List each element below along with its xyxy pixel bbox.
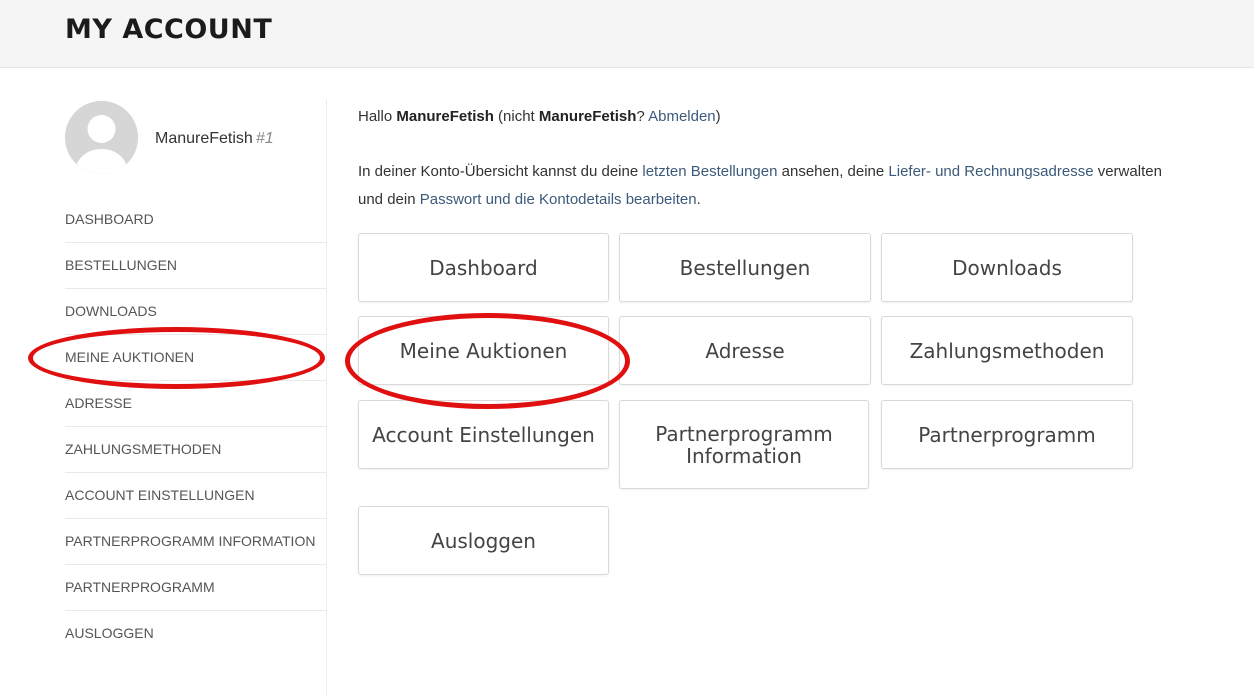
sidebar-divider	[326, 100, 327, 697]
sidebar-item-partnerprogramm[interactable]: PARTNERPROGRAMM	[65, 565, 326, 611]
account-details-link[interactable]: Passwort und die Kontodetails bearbeiten	[420, 191, 697, 208]
sidebar-item-partnerprogramm-information[interactable]: PARTNERPROGRAMM INFORMATION	[65, 519, 326, 565]
greeting-not: (nicht	[498, 108, 535, 125]
addresses-link[interactable]: Liefer- und Rechnungsadresse	[888, 163, 1093, 180]
sidebar-item-ausloggen[interactable]: AUSLOGGEN	[65, 611, 326, 656]
greeting: Hallo ManureFetish (nicht ManureFetish? …	[358, 108, 721, 125]
sidebar-item-downloads[interactable]: DOWNLOADS	[65, 289, 326, 335]
greeting-hello: Hallo	[358, 108, 393, 125]
tile-ausloggen[interactable]: Ausloggen	[358, 506, 609, 575]
tile-account-einstellungen[interactable]: Account Einstellungen	[358, 400, 609, 469]
intro-part-1: In deiner Konto-Übersicht kannst du dein…	[358, 163, 639, 180]
tile-downloads[interactable]: Downloads	[881, 233, 1133, 302]
sidebar-item-adresse[interactable]: ADRESSE	[65, 381, 326, 427]
tile-bestellungen[interactable]: Bestellungen	[619, 233, 871, 302]
logout-link[interactable]: Abmelden	[648, 108, 716, 125]
user-silhouette-icon	[65, 101, 138, 174]
tile-dashboard[interactable]: Dashboard	[358, 233, 609, 302]
sidebar-item-zahlungsmethoden[interactable]: ZAHLUNGSMETHODEN	[65, 427, 326, 473]
greeting-question: ?	[636, 108, 645, 125]
user-id: #1	[255, 130, 274, 147]
sidebar-item-meine-auktionen[interactable]: MEINE AUKTIONEN	[65, 335, 326, 381]
sidebar-item-dashboard[interactable]: DASHBOARD	[65, 197, 326, 243]
greeting-username-2: ManureFetish	[538, 108, 637, 125]
page-title: MY ACCOUNT	[65, 14, 273, 45]
avatar	[65, 101, 138, 174]
account-sidebar-nav: DASHBOARD BESTELLUNGEN DOWNLOADS MEINE A…	[65, 197, 326, 656]
intro-part-4: .	[696, 191, 701, 208]
intro-text: In deiner Konto-Übersicht kannst du dein…	[358, 158, 1178, 214]
tile-meine-auktionen[interactable]: Meine Auktionen	[358, 316, 609, 385]
tile-partnerprogramm-information[interactable]: Partnerprogramm Information	[619, 400, 869, 489]
username: ManureFetish #1	[155, 130, 274, 148]
greeting-username: ManureFetish	[396, 108, 494, 125]
sidebar-item-bestellungen[interactable]: BESTELLUNGEN	[65, 243, 326, 289]
username-text: ManureFetish	[155, 130, 253, 147]
intro-part-2: ansehen, deine	[781, 163, 885, 180]
page-header: MY ACCOUNT	[0, 0, 1254, 68]
greeting-close: )	[715, 108, 721, 125]
sidebar-item-account-einstellungen[interactable]: ACCOUNT EINSTELLUNGEN	[65, 473, 326, 519]
tile-zahlungsmethoden[interactable]: Zahlungsmethoden	[881, 316, 1133, 385]
tile-adresse[interactable]: Adresse	[619, 316, 871, 385]
recent-orders-link[interactable]: letzten Bestellungen	[642, 163, 777, 180]
tile-partnerprogramm[interactable]: Partnerprogramm	[881, 400, 1133, 469]
